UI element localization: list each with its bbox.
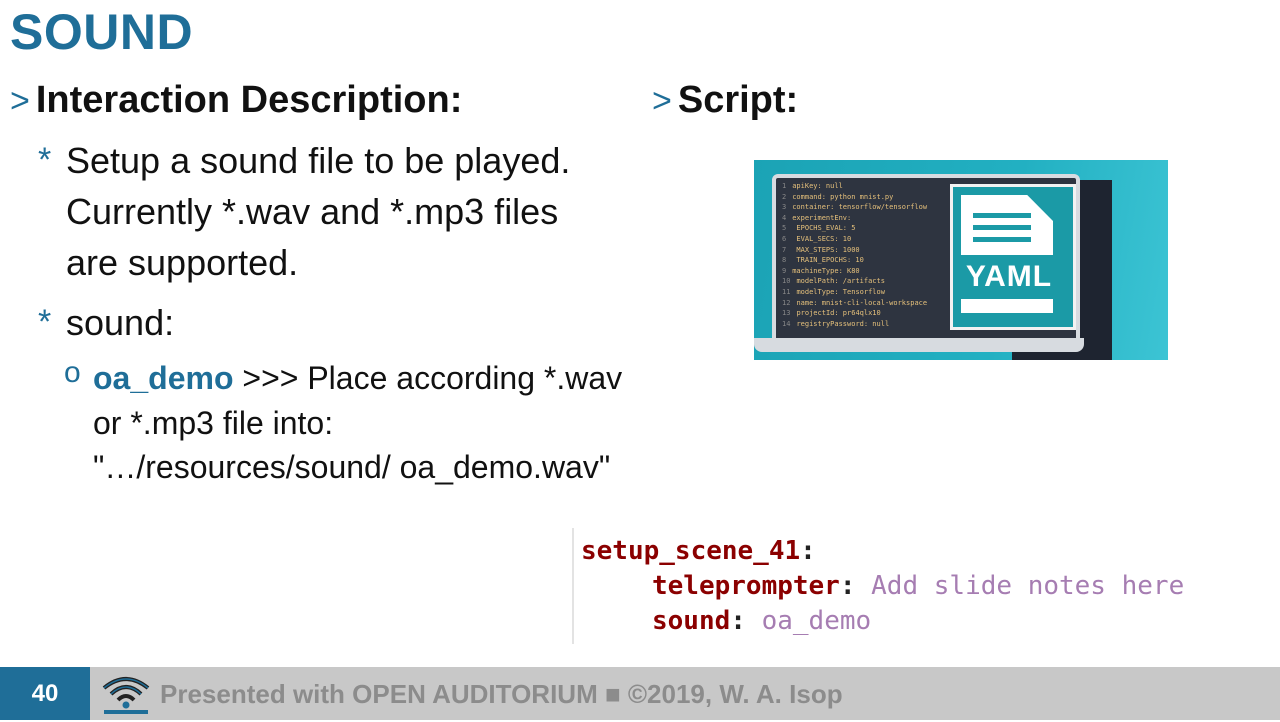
code-line: 9 machineType: K80 [782,267,860,275]
code-line-number: 10 [782,277,791,286]
code-line: 14 registryPassword: null [782,320,889,328]
code-line-number: 5 [782,224,787,233]
code-line-text: modelPath: /artifacts [796,277,885,286]
circle-bullet-icon: o [64,356,81,389]
code-line-text: projectId: pr64qlx10 [796,309,881,318]
asterisk-bullet-icon: * [38,141,52,179]
code-line-text: name: mnist-cli-local-workspace [796,298,928,307]
code-line-number: 2 [782,192,787,201]
snippet-key: sound [652,606,731,636]
open-auditorium-wifi-logo [102,677,150,714]
chevron-right-icon: > [10,82,30,120]
code-line-text: TRAIN_EPOCHS: 10 [792,256,864,265]
snippet-colon: : [730,606,746,636]
chevron-right-icon: > [652,82,672,120]
code-line-text: container: tensorflow/tensorflow [792,203,928,212]
code-line: 11 modelType: Tensorflow [782,288,885,296]
code-line-text: modelType: Tensorflow [796,288,885,296]
snippet-value: oa_demo [761,606,872,636]
code-line-text: machineType: K80 [792,266,860,275]
sub-bullet-text: oa_demo >>> Place according *.wav or *.m… [93,356,623,490]
code-line-text: EVAL_SECS: 10 [792,235,852,243]
code-line: 1 apiKey: null [782,182,843,190]
snippet-line: teleprompter: Add slide notes here [652,571,1184,601]
snippet-line: setup_scene_41: [581,536,816,566]
script-snippet: setup_scene_41: teleprompter: Add slide … [572,528,1274,644]
left-heading: > Interaction Description: [10,78,462,123]
laptop-base [754,338,1084,352]
code-line-text: MAX_STEPS: 1000 [792,245,860,254]
code-line: 7 MAX_STEPS: 1000 [782,246,860,254]
code-line: 5 EPOCHS_EVAL: 5 [782,224,855,232]
code-line: 6 EVAL_SECS: 10 [782,235,851,243]
snippet-key: setup_scene_41 [581,536,801,566]
bullet-text: Setup a sound file to be played. Current… [66,140,571,283]
code-line-text: EPOCHS_EVAL: 5 [792,224,856,233]
yaml-illustration: 1 apiKey: null 2 command: python mnist.py 3 c… [754,160,1168,360]
snippet-value: Add slide notes here [871,571,1185,601]
code-line-number: 1 [782,182,787,190]
left-heading-label: Interaction Description: [35,79,463,121]
snippet-colon: : [839,571,856,601]
code-line-text: apiKey: null [792,182,843,190]
bullet-item-setup: * Setup a sound file to be played. Curre… [38,135,598,295]
code-line-number: 9 [782,266,787,275]
yaml-file-icon: YAML [950,184,1076,330]
code-line-text: experimentEnv: [792,213,852,222]
footer-bar: 40 Presented with OPEN AUDITORIUM ■ ©201… [0,667,1280,720]
slide-title: SOUND [10,4,194,60]
code-line: 2 command: python mnist.py [782,193,893,201]
code-line-text: registryPassword: null [796,319,890,328]
code-line: 4 experimentEnv: [782,214,851,222]
bullet-text: sound: [66,302,175,343]
code-line: 8 TRAIN_EPOCHS: 10 [782,256,864,264]
snippet-line: sound: oa_demo [652,606,871,636]
code-line: 13 projectId: pr64qlx10 [782,309,881,317]
code-line-number: 13 [782,309,791,318]
code-line-number: 4 [782,213,787,222]
code-line-number: 14 [782,319,791,328]
asterisk-bullet-icon: * [38,303,52,341]
code-line-number: 8 [782,256,787,265]
code-line-number: 3 [782,203,787,212]
code-line-number: 7 [782,245,787,254]
code-line-number: 6 [782,235,787,243]
yaml-label: YAML [957,255,1061,299]
snippet-key: teleprompter [652,571,840,601]
code-line: 12 name: mnist-cli-local-workspace [782,299,927,307]
page-number: 40 [0,667,90,720]
code-line-number: 12 [782,298,791,307]
code-line-text: command: python mnist.py [792,192,894,201]
code-line: 3 container: tensorflow/tensorflow [782,203,927,211]
snippet-colon: : [800,536,816,566]
footer-text: Presented with OPEN AUDITORIUM ■ ©2019, … [160,679,843,709]
sub-bullet-highlight: oa_demo [93,360,234,396]
right-heading: > Script: [652,78,798,123]
right-heading-label: Script: [677,79,799,121]
bullet-item-sound: * sound: [38,297,598,349]
file-lines-decoration [973,213,1031,249]
code-line: 10 modelPath: /artifacts [782,277,885,285]
code-line-number: 11 [782,288,791,296]
